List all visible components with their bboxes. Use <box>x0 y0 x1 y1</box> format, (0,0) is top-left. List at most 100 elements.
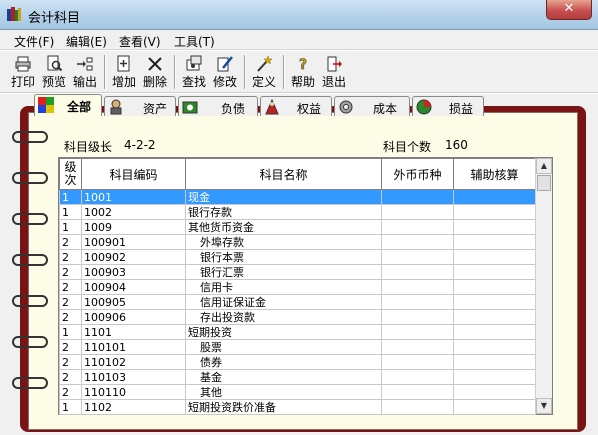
currency-cell[interactable] <box>381 294 454 310</box>
table-row[interactable]: 1 1009 其他货币资金 <box>59 219 536 235</box>
currency-cell[interactable] <box>381 279 454 295</box>
code-cell[interactable]: 100901 <box>81 234 186 250</box>
code-cell[interactable]: 110103 <box>81 369 186 385</box>
code-cell[interactable]: 110102 <box>81 354 186 370</box>
name-cell[interactable]: 其他货币资金 <box>185 219 382 235</box>
add-button[interactable]: 增加 <box>109 53 139 91</box>
level-cell[interactable]: 1 <box>59 189 82 205</box>
close-button[interactable]: ✕ <box>546 0 592 20</box>
accounts-grid[interactable]: 级 次 科目编码 科目名称 外币币种 辅助核算 1 1001 现金 1 1002 银行存款… <box>58 157 553 415</box>
scroll-thumb[interactable] <box>537 175 551 191</box>
code-cell[interactable]: 1002 <box>81 204 186 220</box>
code-cell[interactable]: 100902 <box>81 249 186 265</box>
tab-assets[interactable]: 资产 <box>104 96 176 116</box>
name-cell[interactable]: 现金 <box>185 189 382 205</box>
currency-cell[interactable] <box>381 384 454 400</box>
level-cell[interactable]: 1 <box>59 324 82 340</box>
name-cell[interactable]: 其他 <box>185 384 382 400</box>
aux-cell[interactable] <box>453 279 536 295</box>
print-button[interactable]: 打印 <box>8 53 38 91</box>
table-row[interactable]: 2 100901 外埠存款 <box>59 234 536 250</box>
currency-cell[interactable] <box>381 339 454 355</box>
code-cell[interactable]: 1102 <box>81 399 186 415</box>
aux-cell[interactable] <box>453 399 536 415</box>
code-cell[interactable]: 100905 <box>81 294 186 310</box>
aux-cell[interactable] <box>453 264 536 280</box>
table-row[interactable]: 1 1002 银行存款 <box>59 204 536 220</box>
level-cell[interactable]: 1 <box>59 204 82 220</box>
name-cell[interactable]: 股票 <box>185 339 382 355</box>
exit-button[interactable]: 退出 <box>319 53 349 91</box>
table-row[interactable]: 2 110103 基金 <box>59 369 536 385</box>
aux-cell[interactable] <box>453 249 536 265</box>
aux-cell[interactable] <box>453 189 536 205</box>
level-cell[interactable]: 1 <box>59 219 82 235</box>
edit-button[interactable]: 修改 <box>210 53 240 91</box>
aux-cell[interactable] <box>453 219 536 235</box>
name-cell[interactable]: 短期投资跌价准备 <box>185 399 382 415</box>
name-cell[interactable]: 存出投资款 <box>185 309 382 325</box>
level-cell[interactable]: 2 <box>59 264 82 280</box>
code-cell[interactable]: 100906 <box>81 309 186 325</box>
col-header-level[interactable]: 级 次 <box>59 158 82 190</box>
table-row[interactable]: 2 110110 其他 <box>59 384 536 400</box>
tab-profit-loss[interactable]: 损益 <box>412 96 484 116</box>
scroll-up-arrow-icon[interactable]: ▲ <box>536 158 552 174</box>
scroll-down-arrow-icon[interactable]: ▼ <box>536 398 552 414</box>
aux-cell[interactable] <box>453 354 536 370</box>
level-cell[interactable]: 2 <box>59 279 82 295</box>
menu-tools[interactable]: 工具(T) <box>174 33 215 50</box>
currency-cell[interactable] <box>381 204 454 220</box>
code-cell[interactable]: 1101 <box>81 324 186 340</box>
table-row[interactable]: 2 100904 信用卡 <box>59 279 536 295</box>
currency-cell[interactable] <box>381 189 454 205</box>
level-cell[interactable]: 2 <box>59 234 82 250</box>
level-cell[interactable]: 2 <box>59 339 82 355</box>
table-row[interactable]: 2 100905 信用证保证金 <box>59 294 536 310</box>
level-cell[interactable]: 2 <box>59 309 82 325</box>
tab-all[interactable]: 全部 <box>34 94 102 116</box>
aux-cell[interactable] <box>453 234 536 250</box>
currency-cell[interactable] <box>381 369 454 385</box>
currency-cell[interactable] <box>381 309 454 325</box>
code-cell[interactable]: 1009 <box>81 219 186 235</box>
aux-cell[interactable] <box>453 294 536 310</box>
menu-edit[interactable]: 编辑(E) <box>66 33 107 50</box>
code-cell[interactable]: 110101 <box>81 339 186 355</box>
table-row[interactable]: 2 110101 股票 <box>59 339 536 355</box>
level-cell[interactable]: 1 <box>59 399 82 415</box>
table-row[interactable]: 1 1102 短期投资跌价准备 <box>59 399 536 415</box>
vertical-scrollbar[interactable]: ▲ ▼ <box>535 158 552 414</box>
currency-cell[interactable] <box>381 234 454 250</box>
col-header-aux[interactable]: 辅助核算 <box>453 158 536 190</box>
name-cell[interactable]: 短期投资 <box>185 324 382 340</box>
table-row[interactable]: 2 100902 银行本票 <box>59 249 536 265</box>
table-row[interactable]: 2 100906 存出投资款 <box>59 309 536 325</box>
aux-cell[interactable] <box>453 384 536 400</box>
table-row[interactable]: 1 1101 短期投资 <box>59 324 536 340</box>
currency-cell[interactable] <box>381 264 454 280</box>
name-cell[interactable]: 债券 <box>185 354 382 370</box>
code-cell[interactable]: 100903 <box>81 264 186 280</box>
delete-button[interactable]: 删除 <box>140 53 170 91</box>
name-cell[interactable]: 信用卡 <box>185 279 382 295</box>
code-cell[interactable]: 110110 <box>81 384 186 400</box>
tab-cost[interactable]: 成本 <box>334 96 410 116</box>
preview-button[interactable]: 预览 <box>39 53 69 91</box>
currency-cell[interactable] <box>381 324 454 340</box>
currency-cell[interactable] <box>381 249 454 265</box>
find-button[interactable]: 查找 <box>179 53 209 91</box>
level-cell[interactable]: 2 <box>59 294 82 310</box>
aux-cell[interactable] <box>453 339 536 355</box>
export-button[interactable]: 输出 <box>70 53 100 91</box>
currency-cell[interactable] <box>381 354 454 370</box>
table-row[interactable]: 2 100903 银行汇票 <box>59 264 536 280</box>
table-row[interactable]: 1 1001 现金 <box>59 189 536 205</box>
currency-cell[interactable] <box>381 399 454 415</box>
currency-cell[interactable] <box>381 219 454 235</box>
define-button[interactable]: 定义 <box>249 53 279 91</box>
level-cell[interactable]: 2 <box>59 249 82 265</box>
col-header-name[interactable]: 科目名称 <box>185 158 382 190</box>
level-cell[interactable]: 2 <box>59 384 82 400</box>
aux-cell[interactable] <box>453 324 536 340</box>
